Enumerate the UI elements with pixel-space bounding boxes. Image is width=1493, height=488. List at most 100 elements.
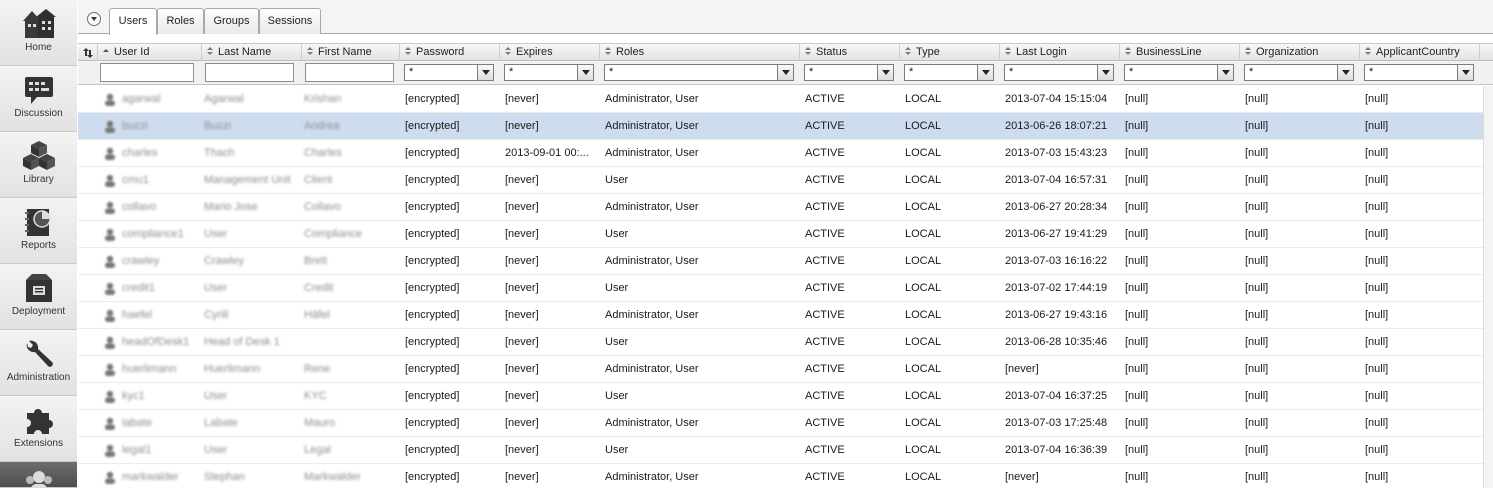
dropdown-arrow-icon[interactable] (477, 65, 493, 80)
table-row[interactable]: collavo Mario Jose Collavo [encrypted] [neve… (78, 194, 1493, 221)
table-row[interactable]: compliance1 User Compliance [encrypted] [nev… (78, 221, 1493, 248)
dropdown-arrow-icon[interactable] (1457, 65, 1473, 80)
table-row[interactable]: crawley Crawley Brett [encrypted] [never] Adm… (78, 248, 1493, 275)
nav-users[interactable] (0, 462, 77, 488)
nav-label: Deployment (11, 306, 66, 317)
table-row[interactable]: charles Thach Charles [encrypted] 2013-09-01… (78, 140, 1493, 167)
table-row[interactable]: agarwal Agarwal Krishan [encrypted] [never] A… (78, 86, 1493, 113)
column-header-type[interactable]: Type (900, 44, 1000, 61)
table-cell: cmu1 (122, 174, 149, 186)
table-cell: Management Unit (204, 174, 291, 186)
table-row[interactable]: headOfDesk1 Head of Desk 1 [encrypted] [nev… (78, 329, 1493, 356)
filter-applicantcountry-select[interactable]: * (1364, 64, 1474, 81)
dropdown-arrow-icon[interactable] (577, 65, 593, 80)
nav-label: Discussion (14, 108, 63, 119)
column-header-roles[interactable]: Roles (600, 44, 800, 61)
filter-organization-select[interactable]: * (1244, 64, 1354, 81)
column-header-user-id[interactable]: User Id (98, 44, 202, 61)
dropdown-arrow-icon[interactable] (1337, 65, 1353, 80)
table-cell: [null] (1245, 93, 1269, 105)
table-cell: LOCAL (905, 255, 942, 267)
column-header-last-name[interactable]: Last Name (202, 44, 302, 61)
column-header-password[interactable]: Password (400, 44, 500, 61)
library-icon (22, 141, 55, 170)
tab-users[interactable]: Users (109, 8, 157, 35)
filter-status-select[interactable]: * (804, 64, 894, 81)
table-cell: Thach (204, 147, 235, 159)
table-cell: Huerlimann (204, 363, 261, 375)
nav-label: Administration (6, 372, 71, 383)
column-header-applicantcountry[interactable]: ApplicantCountry (1360, 44, 1480, 61)
table-cell: Buzzi (204, 120, 231, 132)
column-header-businessline[interactable]: BusinessLine (1120, 44, 1240, 61)
column-header-last-login[interactable]: Last Login (1000, 44, 1120, 61)
user-icon (105, 390, 115, 403)
table-cell: [null] (1125, 228, 1149, 240)
sort-asc-icon (103, 47, 110, 55)
table-cell: [encrypted] (405, 282, 460, 294)
filter-type-select[interactable]: * (904, 64, 994, 81)
dropdown-arrow-icon[interactable] (777, 65, 793, 80)
table-row[interactable]: buzzi Buzzi Andrea [encrypted] [never] Admini… (78, 113, 1493, 140)
table-cell: ACTIVE (805, 93, 845, 105)
refresh-columns-icon[interactable] (78, 44, 98, 61)
table-cell: [null] (1125, 444, 1149, 456)
table-cell: [encrypted] (405, 444, 460, 456)
table-cell: Compliance (304, 228, 363, 240)
table-row[interactable]: huerlimann Huerlimann Rene [encrypted] [neve… (78, 356, 1493, 383)
table-cell: 2013-07-04 16:36:39 (1005, 444, 1108, 456)
filter-last-name-input[interactable] (205, 63, 294, 82)
filter-password-select[interactable]: * (404, 64, 494, 81)
column-header-status[interactable]: Status (800, 44, 900, 61)
table-cell: [never] (505, 444, 539, 456)
table-row[interactable]: cmu1 Management Unit Client [encrypted] [nev… (78, 167, 1493, 194)
vertical-scrollbar[interactable] (1483, 86, 1493, 488)
tab-roles[interactable]: Roles (157, 8, 204, 34)
sort-icon (505, 47, 512, 55)
table-cell: [never] (505, 282, 539, 294)
table-cell: [never] (1005, 471, 1039, 483)
dropdown-arrow-icon[interactable] (877, 65, 893, 80)
nav-administration[interactable]: Administration (0, 330, 77, 396)
table-row[interactable]: labate Labate Mauro [encrypted] [never] Admin… (78, 410, 1493, 437)
table-cell: [null] (1365, 444, 1389, 456)
dropdown-arrow-icon[interactable] (1217, 65, 1233, 80)
filter-user-id-input[interactable] (100, 63, 194, 82)
filter-first-name-input[interactable] (305, 63, 394, 82)
filter-expires-select[interactable]: * (504, 64, 594, 81)
column-header-expires[interactable]: Expires (500, 44, 600, 61)
table-row[interactable]: credit1 User Credit [encrypted] [never] User A… (78, 275, 1493, 302)
filter-businessline-select[interactable]: * (1124, 64, 1234, 81)
nav-deployment[interactable]: Deployment (0, 264, 77, 330)
column-header-first-name[interactable]: First Name (302, 44, 400, 61)
table-row[interactable]: kyc1 User KYC [encrypted] [never] User ACTIVE L… (78, 383, 1493, 410)
table-cell: LOCAL (905, 228, 942, 240)
nav-reports[interactable]: Reports (0, 198, 77, 264)
table-cell: [null] (1245, 417, 1269, 429)
sort-icon (1365, 47, 1372, 55)
dropdown-arrow-icon[interactable] (1097, 65, 1113, 80)
tab-groups[interactable]: Groups (204, 8, 259, 34)
table-cell: [null] (1365, 471, 1389, 483)
nav-discussion[interactable]: Discussion (0, 66, 77, 132)
table-cell: Administrator, User (605, 120, 699, 132)
nav-home[interactable]: Home (0, 0, 77, 66)
user-icon (105, 255, 115, 268)
table-row[interactable]: markwalder Stephan Markwalder [encrypted] [n… (78, 464, 1493, 488)
collapse-toggle-button[interactable] (87, 12, 101, 26)
filter-last-login-select[interactable]: * (1004, 64, 1114, 81)
table-row[interactable]: haefel Cyrill Häfel [encrypted] [never] Admin… (78, 302, 1493, 329)
nav-extensions[interactable]: Extensions (0, 396, 77, 462)
table-cell: [null] (1125, 255, 1149, 267)
dropdown-arrow-icon[interactable] (977, 65, 993, 80)
table-cell: LOCAL (905, 471, 942, 483)
table-row[interactable]: legal1 User Legal [encrypted] [never] User ACT… (78, 437, 1493, 464)
table-cell: ACTIVE (805, 201, 845, 213)
user-icon (105, 444, 115, 457)
tab-sessions[interactable]: Sessions (259, 8, 321, 34)
nav-library[interactable]: Library (0, 132, 77, 198)
deployment-icon (25, 274, 52, 302)
filter-roles-select[interactable]: * (604, 64, 794, 81)
table-cell: ACTIVE (805, 309, 845, 321)
column-header-organization[interactable]: Organization (1240, 44, 1360, 61)
